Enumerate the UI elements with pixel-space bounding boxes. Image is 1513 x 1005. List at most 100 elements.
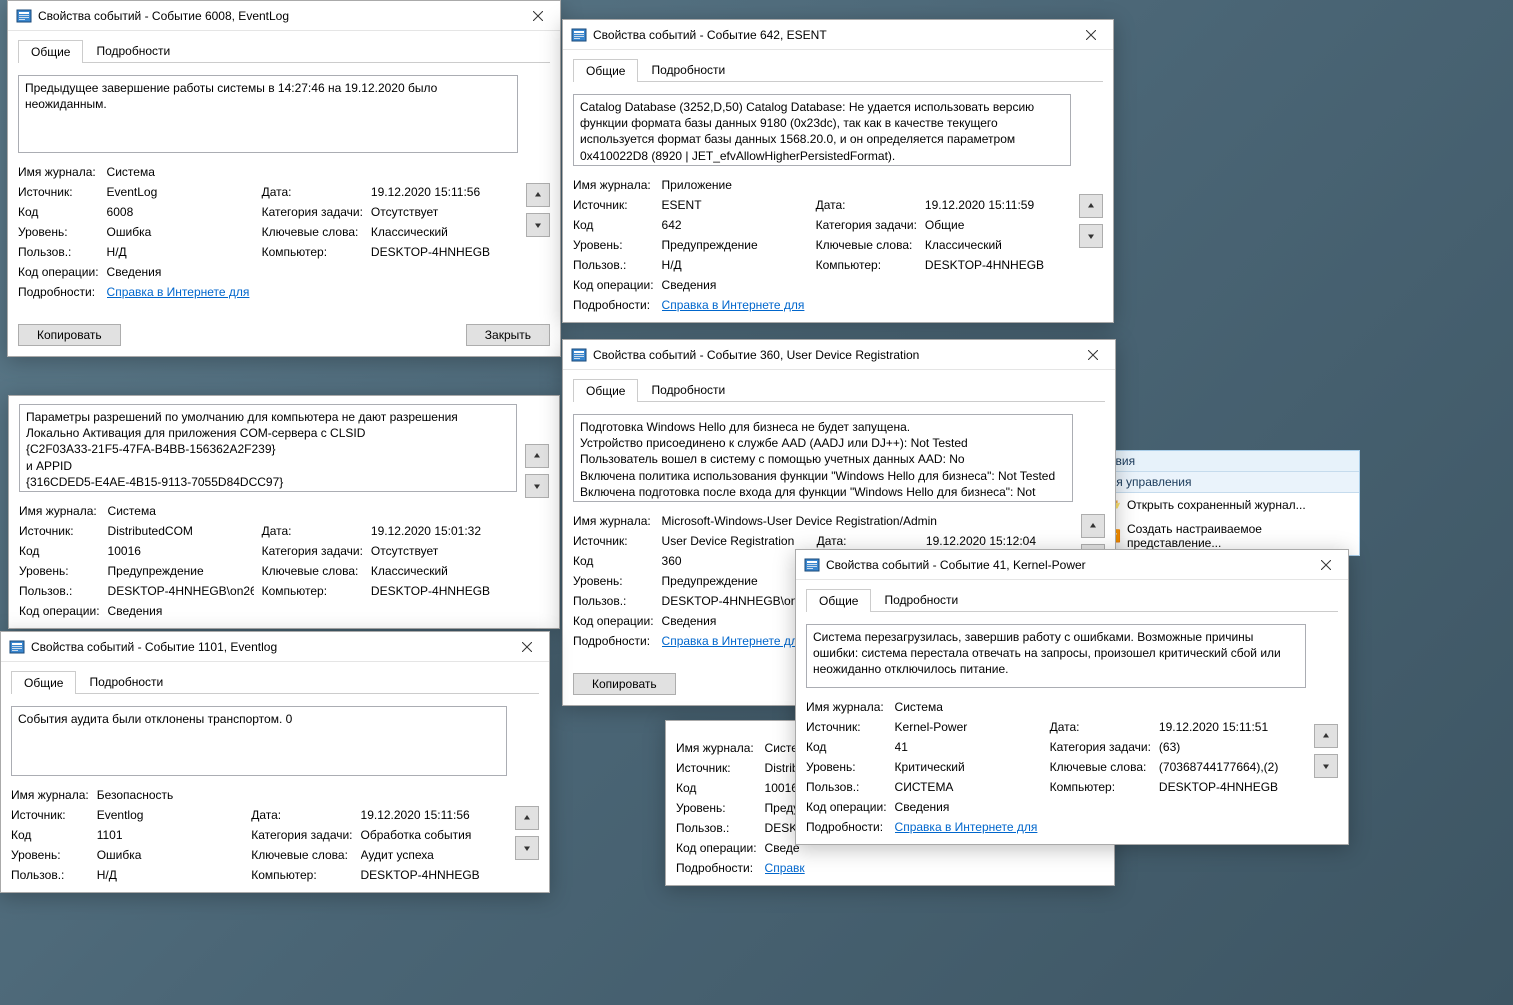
label-opcode: Код операции: <box>18 265 99 279</box>
label-category: Категория задачи: <box>251 828 352 842</box>
titlebar: Свойства событий - Событие 41, Kernel-Po… <box>796 550 1348 580</box>
value-details: Справк <box>765 861 1104 875</box>
label-computer: Компьютер: <box>816 258 917 272</box>
next-event-button[interactable] <box>525 474 549 498</box>
label-category: Категория задачи: <box>816 218 917 232</box>
prev-event-button[interactable] <box>515 806 539 830</box>
label-opcode: Код операции: <box>573 614 654 628</box>
body: События аудита были отклонены транспорто… <box>11 706 539 882</box>
value-computer: DESKTOP-4HNHEGB <box>1159 780 1306 794</box>
help-link[interactable]: Справка в Интернете для <box>662 298 805 312</box>
label-code: Код <box>806 740 887 754</box>
description-text[interactable]: Предыдущее завершение работы системы в 1… <box>18 75 518 153</box>
content: Общие Подробности Catalog Database (3252… <box>563 50 1113 322</box>
description-text[interactable]: События аудита были отклонены транспорто… <box>11 706 507 776</box>
label-keywords: Ключевые слова: <box>251 848 352 862</box>
close-dialog-button[interactable]: Закрыть <box>466 324 550 346</box>
titlebar: Свойства событий - Событие 360, User Dev… <box>563 340 1115 370</box>
fields-grid: Имя журнала:СистемаИсточник:DistributedC… <box>19 504 517 618</box>
help-link[interactable]: Справка в Интернете для <box>895 820 1038 834</box>
prev-event-button[interactable] <box>526 183 550 207</box>
tab-general[interactable]: Общие <box>11 671 76 694</box>
actions-subheader: тия управления <box>1096 472 1359 493</box>
label-keywords: Ключевые слова: <box>816 238 917 252</box>
content: Общие Подробности События аудита были от… <box>1 662 549 892</box>
label-date: Дата: <box>251 808 352 822</box>
value-user: СИСТЕМА <box>895 780 1042 794</box>
close-button[interactable] <box>504 632 549 661</box>
close-button[interactable] <box>515 1 560 30</box>
label-level: Уровень: <box>19 564 100 578</box>
description-text[interactable]: Система перезагрузилась, завершив работу… <box>806 624 1306 688</box>
help-link[interactable]: Справка в Интернете для <box>107 285 250 299</box>
value-date: 19.12.2020 15:11:56 <box>361 808 507 822</box>
label-code: Код <box>19 544 100 558</box>
tab-details[interactable]: Подробности <box>83 39 183 62</box>
tab-general[interactable]: Общие <box>573 379 638 402</box>
label-date: Дата: <box>817 534 918 548</box>
label-user: Пользов.: <box>18 245 99 259</box>
value-source: ESENT <box>662 198 808 212</box>
body: Система перезагрузилась, завершив работу… <box>806 624 1338 834</box>
value-keywords: Классический <box>371 564 517 578</box>
label-date: Дата: <box>816 198 917 212</box>
tab-general[interactable]: Общие <box>18 40 83 63</box>
label-user: Пользов.: <box>806 780 887 794</box>
label-category: Категория задачи: <box>262 544 363 558</box>
label-code: Код <box>573 218 654 232</box>
next-event-button[interactable] <box>1079 224 1103 248</box>
label-details: Подробности: <box>806 820 887 834</box>
window-icon <box>9 639 25 655</box>
window-icon <box>16 8 32 24</box>
prev-event-button[interactable] <box>1314 724 1338 748</box>
content: Общие Подробности Предыдущее завершение … <box>8 31 560 356</box>
description-text[interactable]: Параметры разрешений по умолчанию для ко… <box>19 404 517 492</box>
value-details: Справка в Интернете для <box>662 298 1071 312</box>
label-log: Имя журнала: <box>573 178 654 192</box>
event-properties-window: Свойства событий - Событие 1101, Eventlo… <box>0 631 550 893</box>
value-opcode: Сведения <box>108 604 517 618</box>
tab-details[interactable]: Подробности <box>871 588 971 611</box>
body: Catalog Database (3252,D,50) Catalog Dat… <box>573 94 1103 312</box>
label-code: Код <box>573 554 654 568</box>
value-keywords: Классический <box>925 238 1071 252</box>
label-keywords: Ключевые слова: <box>262 225 363 239</box>
tab-general[interactable]: Общие <box>806 589 871 612</box>
help-link[interactable]: Справка в Интернете для <box>662 634 805 648</box>
tab-details[interactable]: Подробности <box>76 670 176 693</box>
value-category: Отсутствует <box>371 544 517 558</box>
next-event-button[interactable] <box>1314 754 1338 778</box>
label-keywords: Ключевые слова: <box>262 564 363 578</box>
prev-event-button[interactable] <box>525 444 549 468</box>
content: Общие Подробности Система перезагрузилас… <box>796 580 1348 844</box>
label-details: Подробности: <box>573 634 654 648</box>
value-opcode: Сведения <box>107 265 518 279</box>
tab-general[interactable]: Общие <box>573 59 638 82</box>
titlebar: Свойства событий - Событие 642, ESENT <box>563 20 1113 50</box>
tab-details[interactable]: Подробности <box>638 58 738 81</box>
action-label: Открыть сохраненный журнал... <box>1127 498 1306 512</box>
label-details: Подробности: <box>676 861 757 875</box>
fields-grid: Имя журнала:СистемаИсточник:Kernel-Power… <box>806 700 1306 834</box>
value-keywords: Классический <box>371 225 518 239</box>
copy-button[interactable]: Копировать <box>573 673 676 695</box>
next-event-button[interactable] <box>526 213 550 237</box>
next-event-button[interactable] <box>515 836 539 860</box>
close-button[interactable] <box>1070 340 1115 369</box>
description-text[interactable]: Подготовка Windows Hello для бизнеса не … <box>573 414 1073 502</box>
value-user: Н/Д <box>107 245 254 259</box>
description-text[interactable]: Catalog Database (3252,D,50) Catalog Dat… <box>573 94 1071 166</box>
label-user: Пользов.: <box>676 821 757 835</box>
prev-event-button[interactable] <box>1081 514 1105 538</box>
close-button[interactable] <box>1068 20 1113 49</box>
help-link[interactable]: Справк <box>765 861 805 875</box>
label-opcode: Код операции: <box>573 278 654 292</box>
value-category: Общие <box>925 218 1071 232</box>
window-title: Свойства событий - Событие 642, ESENT <box>593 28 1068 42</box>
copy-button[interactable]: Копировать <box>18 324 121 346</box>
prev-event-button[interactable] <box>1079 194 1103 218</box>
value-date: 19.12.2020 15:11:51 <box>1159 720 1306 734</box>
tab-details[interactable]: Подробности <box>638 378 738 401</box>
close-button[interactable] <box>1303 550 1348 579</box>
action-open-saved-log[interactable]: 📂 Открыть сохраненный журнал... <box>1096 493 1359 517</box>
